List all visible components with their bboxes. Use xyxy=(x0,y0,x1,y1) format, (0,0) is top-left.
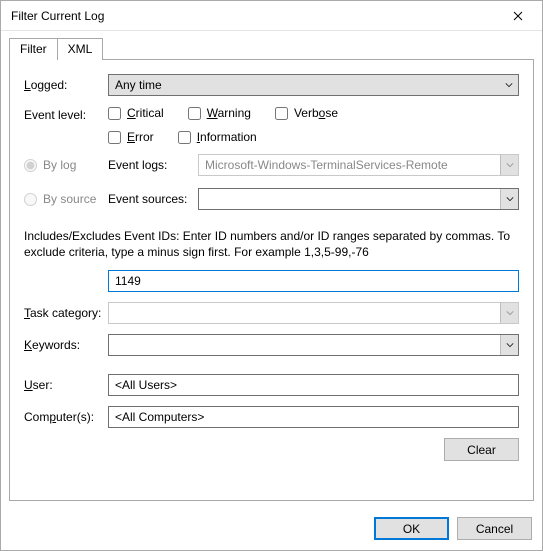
tab-strip: Filter XML xyxy=(9,37,534,59)
label-keywords: Keywords: xyxy=(24,338,108,352)
tab-xml[interactable]: XML xyxy=(57,38,104,60)
label-task-category: Task category: xyxy=(24,306,108,320)
logged-dropdown[interactable]: Any time xyxy=(108,74,519,96)
tab-filter[interactable]: Filter xyxy=(9,38,58,60)
label-event-sources: Event sources: xyxy=(108,192,198,206)
event-logs-selected: Microsoft-Windows-TerminalServices-Remot… xyxy=(199,158,500,172)
clear-button[interactable]: Clear xyxy=(444,438,519,461)
checkbox-verbose[interactable] xyxy=(275,107,288,120)
dialog-window: Filter Current Log Filter XML Logged: An… xyxy=(0,0,543,551)
event-logs-dropdown[interactable]: Microsoft-Windows-TerminalServices-Remot… xyxy=(198,154,519,176)
filter-panel: Logged: Any time Event level: Critical W… xyxy=(9,59,534,501)
user-input[interactable] xyxy=(108,374,519,396)
keywords-dropdown[interactable] xyxy=(108,334,519,356)
label-error: Error xyxy=(127,130,154,144)
radio-by-source: By source xyxy=(24,192,108,206)
chevron-down-icon xyxy=(500,189,518,209)
radio-by-log: By log xyxy=(24,158,108,172)
checkbox-error[interactable] xyxy=(108,131,121,144)
label-event-level: Event level: xyxy=(24,106,108,122)
cancel-button[interactable]: Cancel xyxy=(457,517,532,540)
chevron-down-icon xyxy=(500,303,518,323)
checkbox-warning[interactable] xyxy=(188,107,201,120)
chevron-down-icon xyxy=(500,75,518,95)
checkbox-critical[interactable] xyxy=(108,107,121,120)
label-warning: Warning xyxy=(207,106,251,120)
computers-input[interactable] xyxy=(108,406,519,428)
chevron-down-icon xyxy=(500,335,518,355)
label-information: Information xyxy=(197,130,257,144)
task-category-dropdown[interactable] xyxy=(108,302,519,324)
label-event-logs: Event logs: xyxy=(108,158,198,172)
dialog-footer: OK Cancel xyxy=(1,509,542,550)
label-user: User: xyxy=(24,378,108,392)
window-title: Filter Current Log xyxy=(11,9,498,23)
ok-button[interactable]: OK xyxy=(374,517,449,540)
label-computers: Computer(s): xyxy=(24,410,108,424)
label-logged: Logged: xyxy=(24,78,108,92)
logged-selected: Any time xyxy=(109,78,500,92)
chevron-down-icon xyxy=(500,155,518,175)
help-text: Includes/Excludes Event IDs: Enter ID nu… xyxy=(24,228,519,260)
event-sources-dropdown[interactable] xyxy=(198,188,519,210)
checkbox-information[interactable] xyxy=(178,131,191,144)
close-icon xyxy=(513,11,523,21)
titlebar: Filter Current Log xyxy=(1,1,542,31)
label-critical: Critical xyxy=(127,106,164,120)
close-button[interactable] xyxy=(498,2,538,30)
label-verbose: Verbose xyxy=(294,106,338,120)
event-ids-input[interactable] xyxy=(108,270,519,292)
